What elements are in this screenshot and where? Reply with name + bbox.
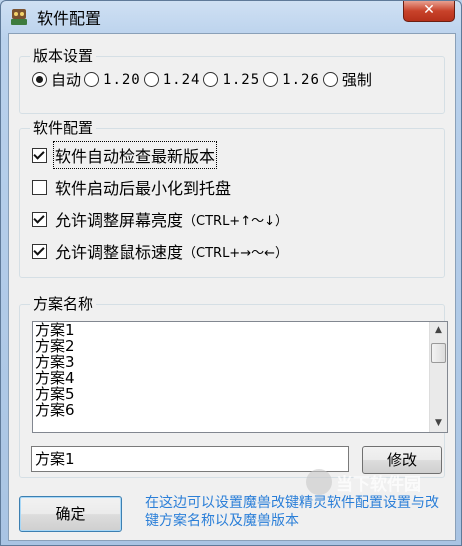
list-item[interactable]: 方案4 [33, 370, 447, 386]
radio-button-icon[interactable] [203, 72, 219, 87]
hint-text: 在这边可以设置魔兽改键精灵软件配置设置与改键方案名称以及魔兽版本 [145, 495, 439, 529]
checkbox-label: 软件启动后最小化到托盘 [55, 179, 232, 198]
list-item[interactable]: 方案3 [33, 354, 447, 370]
version-radio-1[interactable]: 1.20 [84, 72, 141, 88]
watermark: 当下软件园 [306, 469, 421, 495]
version-radio-4[interactable]: 1.26 [263, 72, 320, 88]
scheme-name-input[interactable]: 方案1 [31, 446, 349, 472]
checkbox-icon[interactable] [32, 211, 47, 227]
version-radio-5[interactable]: 强制 [322, 69, 372, 90]
scroll-up-icon[interactable]: ▲ [430, 322, 447, 339]
checkbox-icon[interactable] [32, 243, 47, 259]
settings-window: 软件配置 ✕ 版本设置 自动 1.20 1.24 1.25 1.26 强制 软件配置 软件… [0, 0, 462, 546]
checkbox-label: 允许调整屏幕亮度 [55, 211, 184, 230]
scroll-thumb[interactable] [431, 343, 446, 363]
version-radio-label: 1.20 [103, 71, 141, 88]
watermark-text: 当下软件园 [336, 474, 421, 495]
radio-button-icon[interactable] [263, 72, 279, 87]
close-icon: ✕ [423, 2, 435, 18]
version-group-legend: 版本设置 [30, 46, 97, 66]
option-checkbox-row-2[interactable]: 允许调整屏幕亮度 （CTRL+↑～↓） [32, 207, 288, 231]
list-item[interactable]: 方案2 [33, 338, 447, 354]
window-title: 软件配置 [37, 9, 102, 28]
dialog-body: 版本设置 自动 1.20 1.24 1.25 1.26 强制 软件配置 软件自动检查最新版… [8, 33, 456, 541]
list-item[interactable]: 方案1 [33, 322, 447, 338]
version-radio-label: 1.25 [222, 71, 261, 88]
version-radio-3[interactable]: 1.25 [203, 72, 260, 88]
version-radio-row: 自动 1.20 1.24 1.25 1.26 强制 [32, 69, 375, 90]
option-checkbox-row-1[interactable]: 软件启动后最小化到托盘 [32, 175, 231, 199]
radio-button-icon[interactable] [143, 72, 159, 87]
hotkey-hint: （CTRL+→～←） [183, 245, 288, 261]
option-checkbox-row-3[interactable]: 允许调整鼠标速度 （CTRL+→～←） [32, 239, 288, 263]
scheme-group-legend: 方案名称 [30, 294, 97, 314]
watermark-logo-icon [306, 469, 332, 495]
title-bar[interactable]: 软件配置 ✕ [1, 1, 461, 31]
version-group: 版本设置 自动 1.20 1.24 1.25 1.26 强制 [19, 46, 445, 114]
version-radio-label: 1.26 [282, 71, 320, 88]
software-group-legend: 软件配置 [30, 118, 97, 138]
software-group: 软件配置 软件自动检查最新版本 软件启动后最小化到托盘 允许调整屏幕亮度 （CTRL+… [19, 118, 445, 278]
checkbox-icon[interactable] [32, 147, 47, 163]
scheme-items: 方案1 方案2 方案3 方案4 方案5 方案6 [33, 322, 447, 418]
scheme-listbox[interactable]: 方案1 方案2 方案3 方案4 方案5 方案6 ▲ ▼ [32, 321, 448, 433]
option-checkbox-row-0[interactable]: 软件自动检查最新版本 [32, 141, 218, 169]
ok-button[interactable]: 确定 [19, 496, 122, 532]
version-radio-label: 强制 [341, 71, 372, 89]
version-radio-label: 自动 [51, 71, 82, 89]
checkbox-label: 允许调整鼠标速度 [55, 243, 184, 262]
version-radio-2[interactable]: 1.24 [143, 71, 201, 88]
scroll-down-icon[interactable]: ▼ [430, 415, 447, 432]
radio-button-icon[interactable] [84, 72, 100, 87]
list-item[interactable]: 方案6 [33, 402, 447, 418]
app-icon [11, 9, 27, 25]
checkbox-label: 软件自动检查最新版本 [52, 141, 218, 169]
version-radio-label: 1.24 [162, 71, 201, 88]
list-scrollbar[interactable]: ▲ ▼ [429, 322, 447, 432]
version-radio-0[interactable]: 自动 [32, 69, 81, 90]
hotkey-hint: （CTRL+↑～↓） [183, 213, 288, 229]
close-button[interactable]: ✕ [403, 1, 455, 22]
radio-button-icon[interactable] [322, 72, 338, 87]
checkbox-icon[interactable] [32, 179, 47, 195]
radio-button-icon[interactable] [32, 72, 47, 87]
list-item[interactable]: 方案5 [33, 386, 447, 402]
